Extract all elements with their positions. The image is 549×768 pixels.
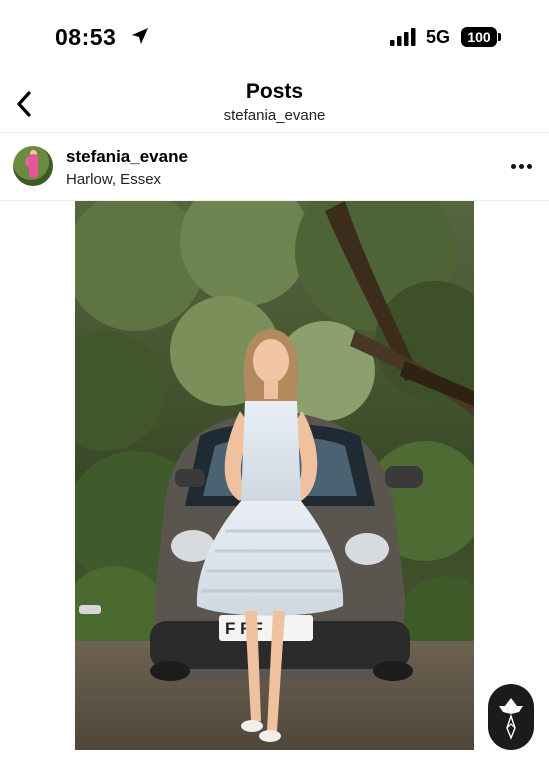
status-bar: 08:53 5G 100	[0, 0, 549, 70]
post-username[interactable]: stefania_evane	[66, 147, 188, 167]
more-horizontal-icon	[511, 164, 516, 169]
post-photo: F RF	[75, 201, 474, 750]
post-header: stefania_evane Harlow, Essex	[0, 132, 549, 201]
page-subtitle: stefania_evane	[223, 107, 326, 124]
battery-level: 100	[461, 27, 497, 47]
avatar[interactable]	[13, 146, 53, 186]
network-type: 5G	[426, 27, 451, 47]
post-image[interactable]: F RF	[75, 201, 474, 750]
cellular-signal-icon	[390, 28, 416, 46]
diamond-logo-icon	[499, 698, 523, 740]
battery-indicator: 100	[461, 27, 501, 47]
battery-nub	[498, 33, 501, 41]
more-options-button[interactable]	[505, 156, 537, 176]
watermark-badge[interactable]	[488, 684, 534, 750]
post-location[interactable]: Harlow, Essex	[66, 171, 161, 188]
location-arrow-icon	[132, 28, 148, 44]
nav-header: Posts stefania_evane	[0, 70, 549, 133]
page-title: Posts	[245, 80, 304, 103]
status-time: 08:53	[55, 24, 117, 50]
avatar-figure	[29, 154, 38, 178]
